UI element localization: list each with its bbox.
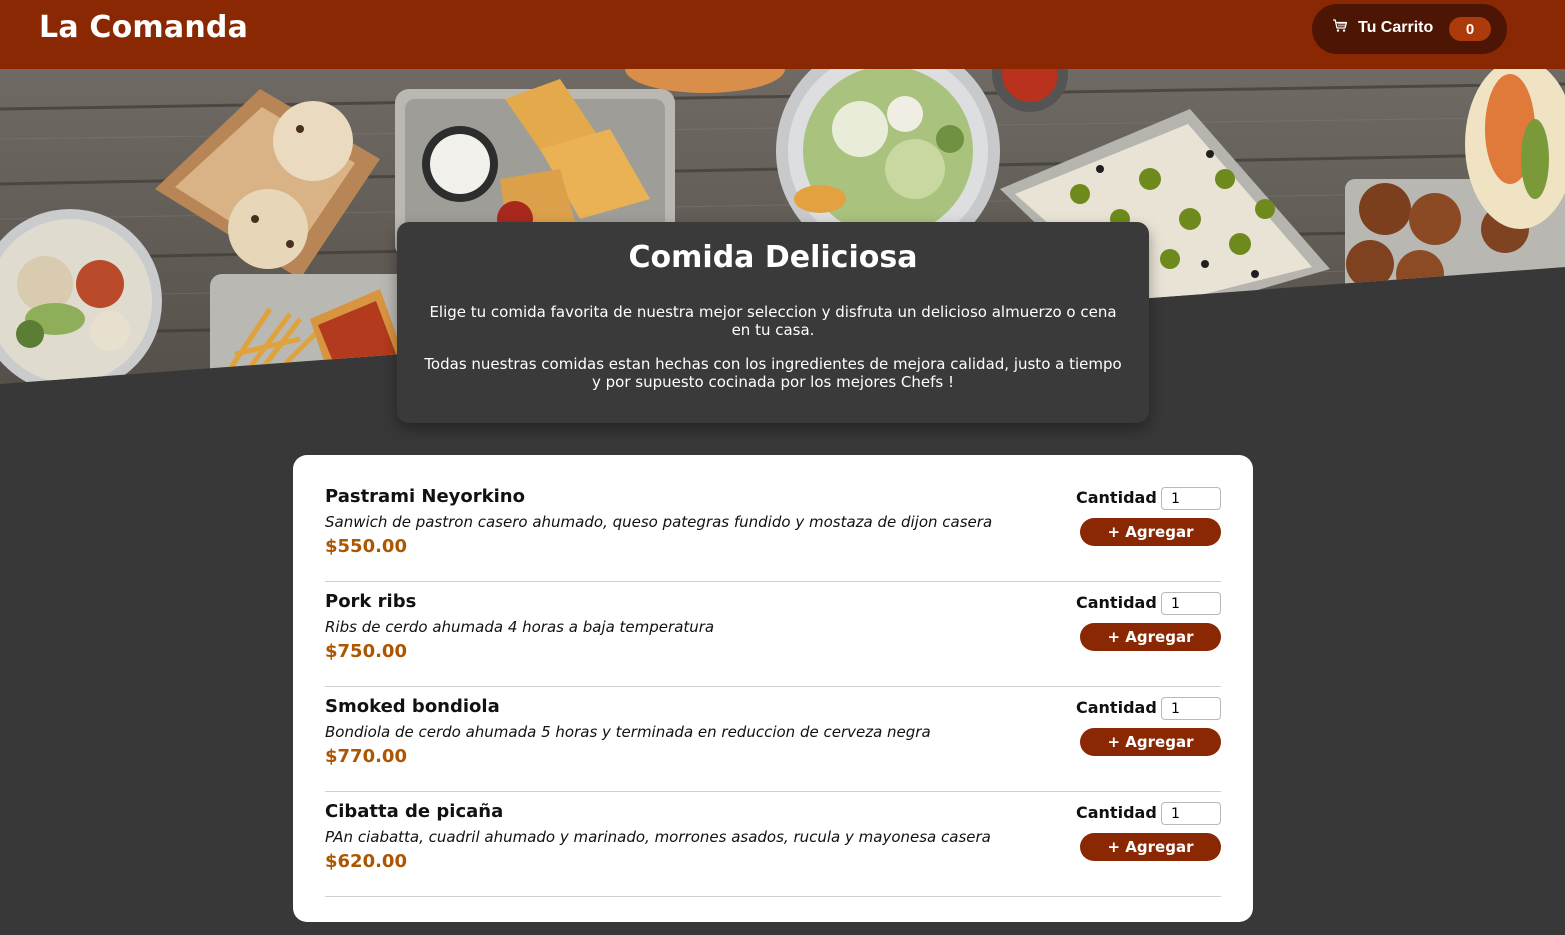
- list-item: Pastrami Neyorkino Sanwich de pastron ca…: [325, 477, 1221, 582]
- add-to-cart-button[interactable]: + Agregar: [1080, 518, 1221, 546]
- quantity-input[interactable]: [1161, 697, 1221, 720]
- meal-name: Smoked bondiola: [325, 696, 500, 717]
- quantity-input[interactable]: [1161, 802, 1221, 825]
- cart-count-badge: 0: [1449, 17, 1491, 41]
- list-item: Cibatta de picaña PAn ciabatta, cuadril …: [325, 792, 1221, 897]
- meal-description: Bondiola de cerdo ahumada 5 horas y term…: [325, 723, 931, 741]
- main-header: La Comanda Tu Carrito 0: [0, 0, 1565, 69]
- cart-button[interactable]: Tu Carrito 0: [1312, 4, 1507, 54]
- quantity-label: Cantidad: [1076, 698, 1157, 717]
- add-to-cart-button[interactable]: + Agregar: [1080, 623, 1221, 651]
- quantity-label: Cantidad: [1076, 488, 1157, 507]
- meal-description: Ribs de cerdo ahumada 4 horas a baja tem…: [325, 618, 715, 636]
- brand-title: La Comanda: [39, 10, 249, 45]
- intro-paragraph-1: Elige tu comida favorita de nuestra mejo…: [429, 303, 1117, 339]
- meal-name: Pork ribs: [325, 591, 417, 612]
- quantity-input[interactable]: [1161, 592, 1221, 615]
- meal-description: Sanwich de pastron casero ahumado, queso…: [325, 513, 993, 531]
- meal-name: Pastrami Neyorkino: [325, 486, 525, 507]
- meal-price: $620.00: [325, 851, 407, 872]
- intro-paragraph-2: Todas nuestras comidas estan hechas con …: [424, 355, 1122, 391]
- list-item: Pork ribs Ribs de cerdo ahumada 4 horas …: [325, 582, 1221, 687]
- add-to-cart-button[interactable]: + Agregar: [1080, 728, 1221, 756]
- meal-description: PAn ciabatta, cuadril ahumado y marinado…: [325, 828, 991, 846]
- meal-name: Cibatta de picaña: [325, 801, 504, 822]
- meals-list: Pastrami Neyorkino Sanwich de pastron ca…: [293, 455, 1253, 922]
- quantity-input[interactable]: [1161, 487, 1221, 510]
- page-title: Comida Deliciosa: [628, 240, 918, 275]
- quantity-label: Cantidad: [1076, 593, 1157, 612]
- meal-price: $550.00: [325, 536, 407, 557]
- list-item: Smoked bondiola Bondiola de cerdo ahumad…: [325, 687, 1221, 792]
- quantity-label: Cantidad: [1076, 803, 1157, 822]
- meal-price: $750.00: [325, 641, 407, 662]
- intro-card: Comida Deliciosa Elige tu comida favorit…: [397, 222, 1149, 423]
- cart-icon: [1333, 19, 1348, 32]
- meal-price: $770.00: [325, 746, 407, 767]
- cart-label: Tu Carrito: [1358, 19, 1434, 36]
- add-to-cart-button[interactable]: + Agregar: [1080, 833, 1221, 861]
